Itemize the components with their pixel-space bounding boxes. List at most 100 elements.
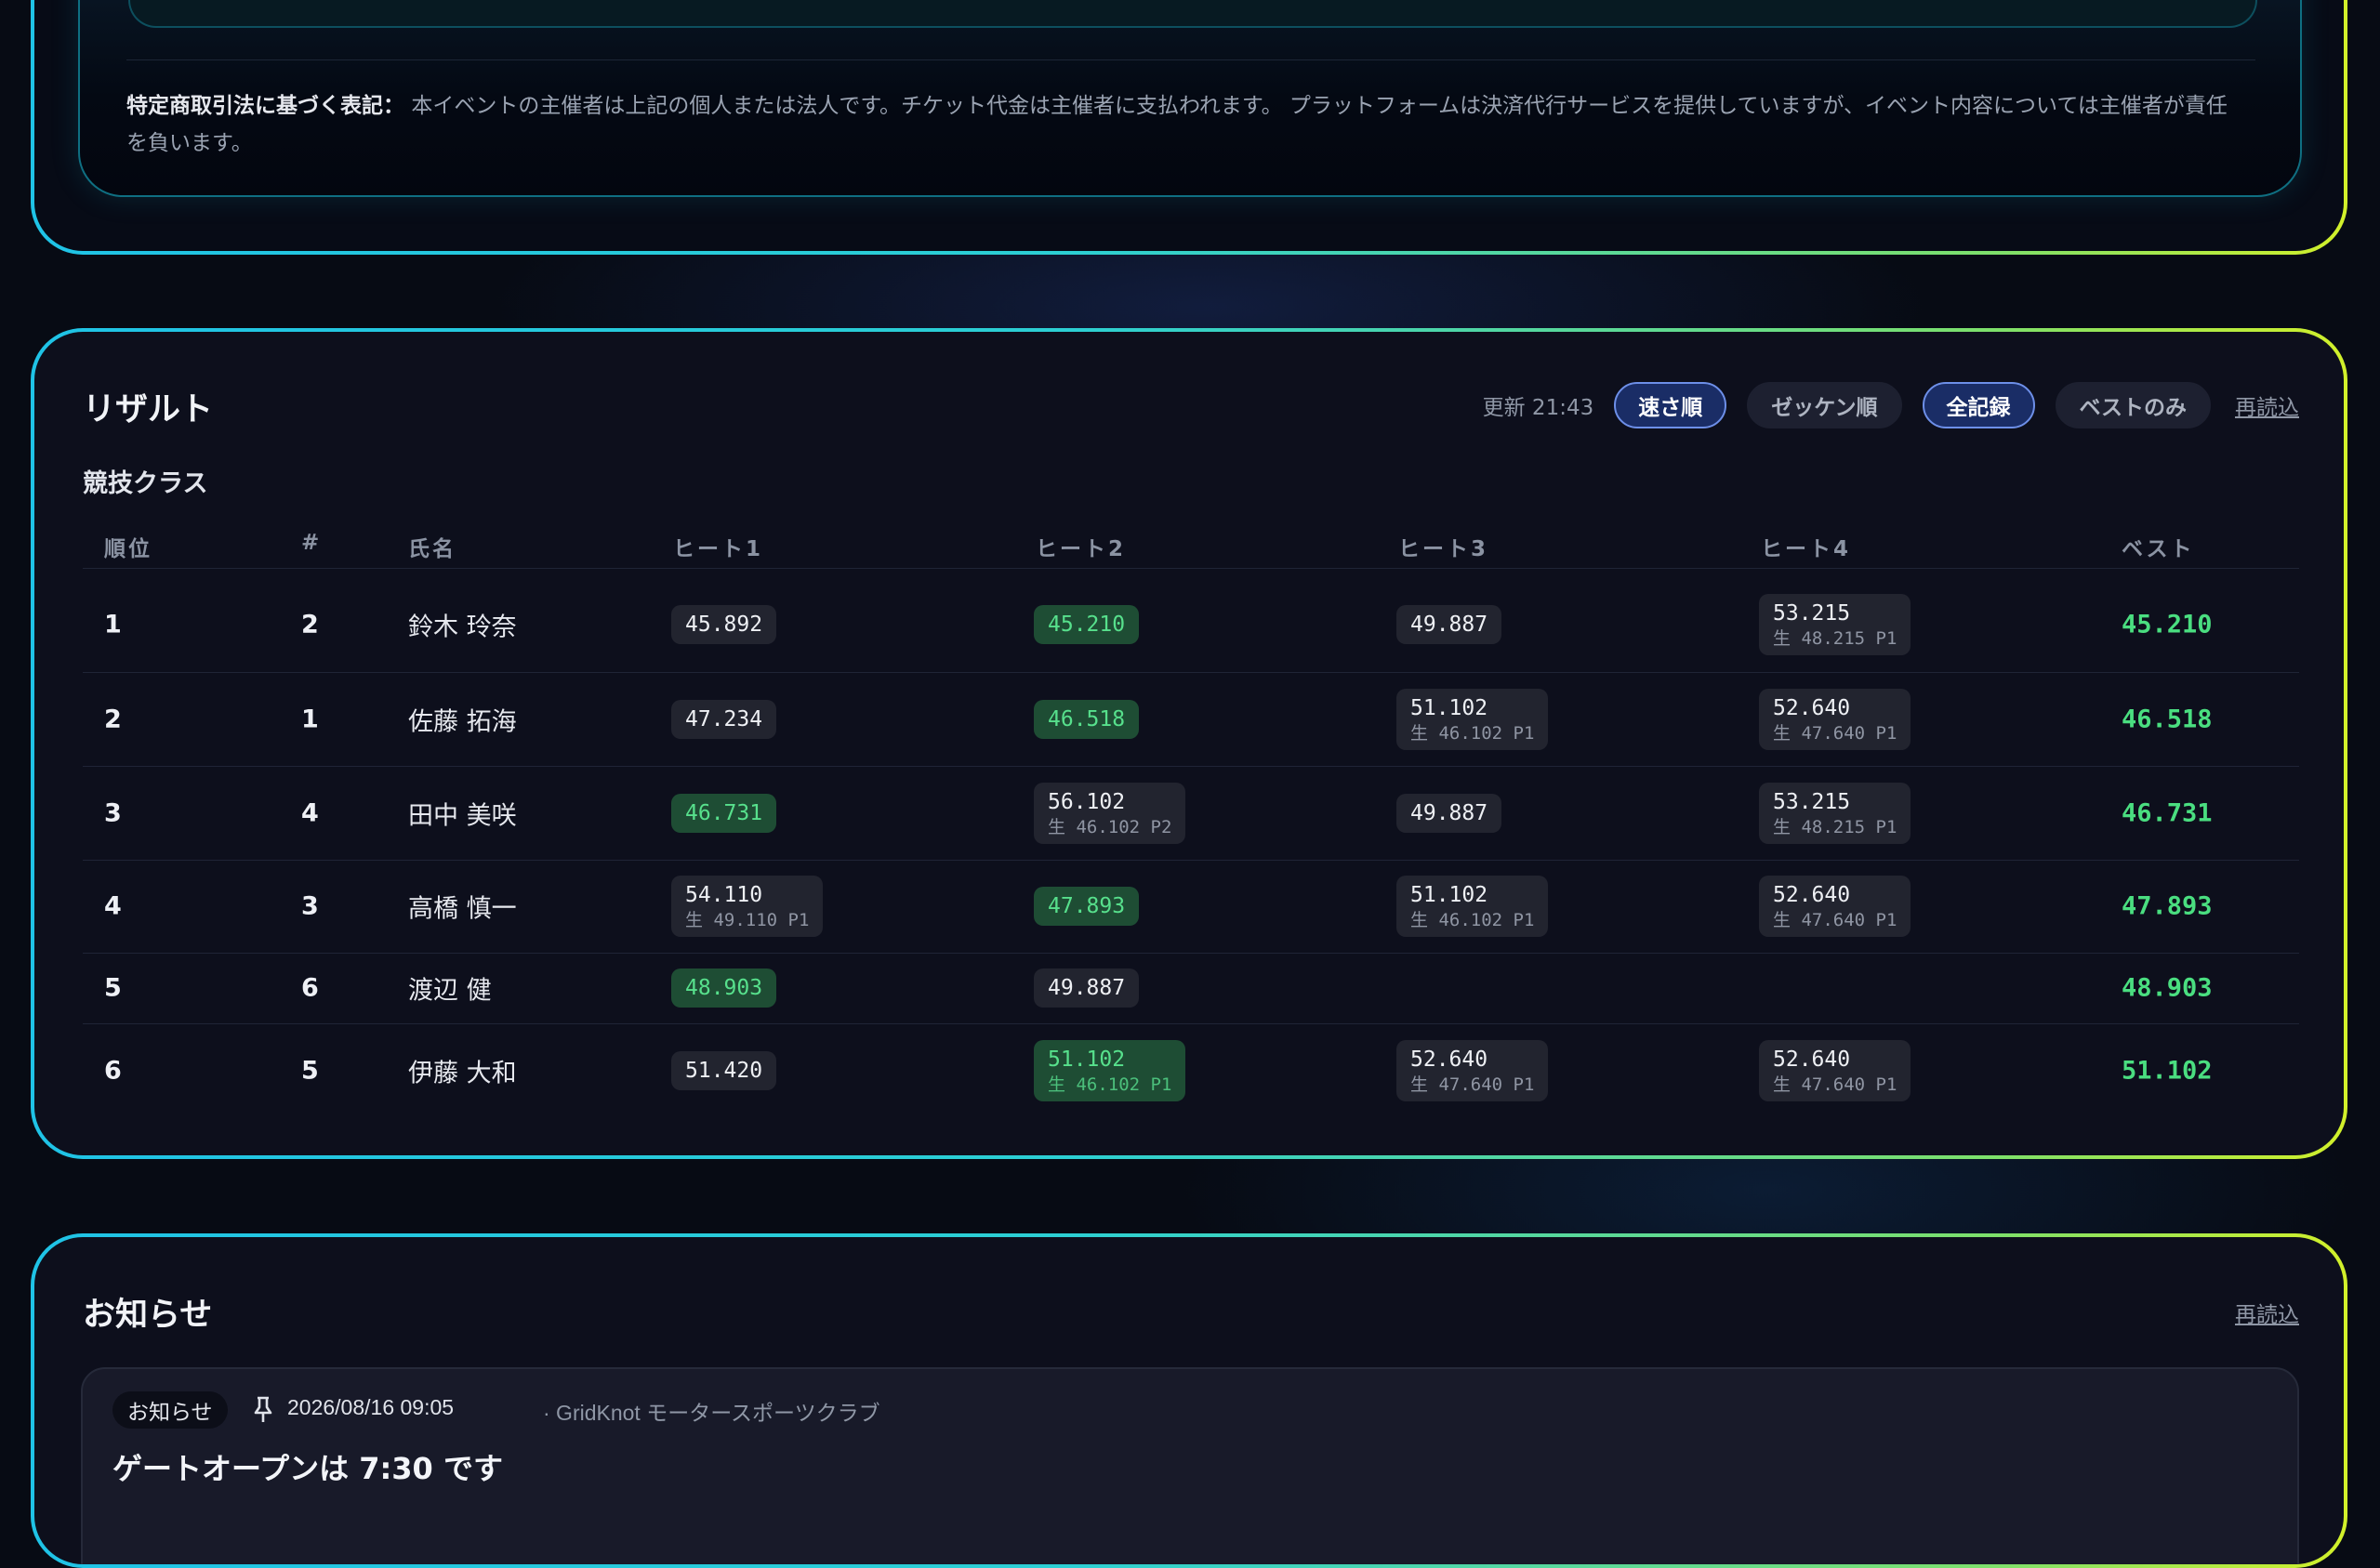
legal-notice: 特定商取引法に基づく表記： 本イベントの主催者は上記の個人または法人です。チケッ… [126, 87, 2244, 162]
heat-time-chip: 52.640 生 47.640 P1 [1759, 876, 1911, 937]
heat-time-chip: 52.640 生 47.640 P1 [1759, 1040, 1911, 1101]
driver-name-cell: 高橋 慎一 [408, 894, 517, 924]
heat-time: 51.102 [1048, 1048, 1126, 1072]
results-reload-link[interactable]: 再読込 [2235, 389, 2299, 421]
heat2-cell: 51.102 生 46.102 P1 [1034, 1040, 1186, 1101]
table-row: 2 1 佐藤 拓海 47.234 46.518 51.102 生 46.102 P1 52.6… [83, 672, 2299, 767]
best-heat-time-chip: 51.102 生 46.102 P1 [1034, 1040, 1186, 1101]
heat-time: 46.731 [685, 800, 763, 825]
col-heat1: ヒート1 [673, 537, 764, 561]
rank-cell: 5 [104, 973, 122, 1003]
heat3-cell: 51.102 生 46.102 P1 [1396, 876, 1549, 937]
heat-time-chip: 49.887 [1034, 968, 1140, 1008]
heat-time: 46.518 [1048, 706, 1126, 731]
driver-name-cell: 伊藤 大和 [408, 1059, 517, 1088]
best-time-cell: 45.210 [2122, 610, 2213, 639]
heat-time: 52.640 [1773, 883, 1851, 907]
best-heat-time-chip: 45.210 [1034, 605, 1140, 644]
bib-number-cell: 3 [301, 891, 319, 921]
best-heat-time-chip: 47.893 [1034, 887, 1140, 926]
raw-time-penalty: 生 46.102 P1 [1048, 1074, 1172, 1095]
col-heat2: ヒート2 [1036, 537, 1127, 561]
heat-time: 45.210 [1048, 613, 1126, 637]
legal-notice-text: 本イベントの主催者は上記の個人または法人です。チケット代金は主催者に支払われます… [126, 94, 2228, 155]
pin-icon [252, 1394, 274, 1426]
heat-time: 53.215 [1773, 601, 1851, 626]
heat4-cell: 52.640 生 47.640 P1 [1759, 876, 1911, 937]
best-only-button[interactable]: ベストのみ [2055, 382, 2211, 428]
heat-time: 49.887 [1048, 976, 1126, 1000]
best-time-cell: 48.903 [2122, 973, 2213, 1003]
heat-time-chip: 56.102 生 46.102 P2 [1034, 782, 1186, 844]
raw-time-penalty: 生 48.215 P1 [1773, 816, 1897, 837]
best-heat-time-chip: 46.731 [671, 793, 777, 833]
notice-date: 2026/08/16 09:05 [287, 1395, 455, 1419]
notices-card: お知らせ 再読込 お知らせ 2026/08/16 09:05 · GridKno… [31, 1233, 2347, 1568]
heat-time-chip: 53.215 生 48.215 P1 [1759, 782, 1911, 844]
heat-time: 49.887 [1410, 800, 1488, 825]
raw-time-penalty: 生 47.640 P1 [1773, 722, 1897, 744]
raw-time-penalty: 生 47.640 P1 [1773, 1074, 1897, 1095]
heat2-cell: 45.210 [1034, 605, 1140, 644]
heat1-cell: 47.234 [671, 699, 777, 739]
heat4-cell: 52.640 生 47.640 P1 [1759, 1040, 1911, 1101]
table-row: 3 4 田中 美咲 46.731 56.102 生 46.102 P2 49.887 53.2… [83, 766, 2299, 861]
heat-time-chip: 52.640 生 47.640 P1 [1759, 688, 1911, 750]
col-rank: 順位 [104, 537, 152, 561]
heat-time: 52.640 [1773, 1048, 1851, 1072]
col-heat3: ヒート3 [1398, 537, 1489, 561]
heat3-cell: 51.102 生 46.102 P1 [1396, 688, 1549, 750]
best-time-cell: 46.518 [2122, 705, 2213, 733]
heat-time: 54.110 [685, 883, 763, 907]
sort-speed-button[interactable]: 速さ順 [1614, 382, 1727, 428]
raw-time-penalty: 生 49.110 P1 [685, 910, 810, 930]
notice-headline: ゲートオープンは 7:30 です [112, 1451, 503, 1486]
notice-item[interactable]: お知らせ 2026/08/16 09:05 · GridKnot モータースポー… [81, 1367, 2299, 1564]
rank-cell: 1 [104, 610, 122, 639]
heat-time: 49.887 [1410, 613, 1488, 637]
heat-time-chip: 52.640 生 47.640 P1 [1396, 1040, 1549, 1101]
sort-bib-button[interactable]: ゼッケン順 [1747, 382, 1902, 428]
heat-time-chip: 49.887 [1396, 793, 1502, 833]
heat-time-chip: 45.892 [671, 605, 777, 644]
raw-time-penalty: 生 46.102 P1 [1410, 722, 1535, 744]
best-time-cell: 51.102 [2122, 1056, 2213, 1086]
bib-number-cell: 2 [301, 610, 319, 639]
heat-time: 56.102 [1048, 789, 1126, 814]
bib-number-cell: 6 [301, 973, 319, 1003]
col-name: 氏名 [408, 537, 456, 561]
heat-time-chip: 47.234 [671, 699, 777, 739]
best-time-cell: 46.731 [2122, 798, 2213, 827]
all-records-button[interactable]: 全記録 [1922, 382, 2035, 428]
heat1-cell: 46.731 [671, 793, 777, 833]
heat3-cell: 52.640 生 47.640 P1 [1396, 1040, 1549, 1101]
bib-number-cell: 1 [301, 705, 319, 733]
heat-time-chip: 49.887 [1396, 605, 1502, 644]
notices-title: お知らせ [83, 1297, 213, 1334]
heat-time: 47.893 [1048, 894, 1126, 918]
rank-cell: 3 [104, 798, 122, 827]
heat4-cell: 53.215 生 48.215 P1 [1759, 594, 1911, 655]
raw-time-penalty: 生 46.102 P2 [1048, 816, 1172, 837]
heat-time: 51.102 [1410, 695, 1488, 720]
col-number: # [301, 531, 323, 555]
raw-time-penalty: 生 47.640 P1 [1773, 910, 1897, 930]
table-row: 1 2 鈴木 玲奈 45.892 45.210 49.887 53.215 生 48.215 … [83, 577, 2299, 673]
heat1-cell: 51.420 [671, 1051, 777, 1090]
driver-name-cell: 鈴木 玲奈 [408, 613, 517, 642]
divider [126, 59, 2255, 60]
heat-time: 51.102 [1410, 883, 1488, 907]
results-toolbar: 更新 21:43 速さ順 ゼッケン順 全記録 ベストのみ 再読込 [1483, 381, 2299, 429]
notices-reload-link[interactable]: 再読込 [2235, 1297, 2299, 1328]
heat-time: 52.640 [1410, 1048, 1488, 1072]
heat1-cell: 54.110 生 49.110 P1 [671, 876, 824, 937]
best-heat-time-chip: 46.518 [1034, 699, 1140, 739]
bib-number-cell: 4 [301, 798, 319, 827]
heat-time-chip: 53.215 生 48.215 P1 [1759, 594, 1911, 655]
heat-time: 52.640 [1773, 695, 1851, 720]
bib-number-cell: 5 [301, 1056, 319, 1086]
notice-organizer: · GridKnot モータースポーツクラブ [543, 1401, 880, 1425]
raw-time-penalty: 生 46.102 P1 [1410, 910, 1535, 930]
heat2-cell: 56.102 生 46.102 P2 [1034, 782, 1186, 844]
raw-time-penalty: 生 48.215 P1 [1773, 628, 1897, 649]
